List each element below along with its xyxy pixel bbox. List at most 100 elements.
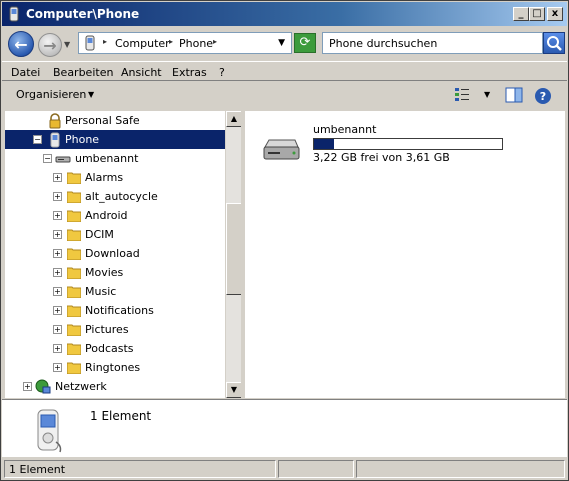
content-pane: umbenannt 3,22 GB frei von 3,61 GB (245, 111, 565, 398)
expand-toggle[interactable]: + (53, 363, 62, 372)
tree-item-personal-safe[interactable]: Personal Safe (5, 111, 225, 130)
search-button[interactable] (543, 32, 565, 54)
expand-toggle[interactable]: + (53, 287, 62, 296)
breadcrumb-computer[interactable]: Computer (115, 37, 170, 50)
address-row: ← → ▼ ▸ Computer ▸ Phone ▸ ▼ ⟳ Phone dur… (2, 27, 567, 59)
tree-item-label: umbenannt (75, 152, 139, 165)
drive-icon (55, 156, 71, 163)
tree-item-umbenannt[interactable]: − umbenannt (5, 149, 225, 168)
tree-item-phone[interactable]: − Phone (5, 130, 225, 149)
tree-item-folder[interactable]: + Pictures (5, 320, 225, 339)
tree-item-folder[interactable]: + Download (5, 244, 225, 263)
menu-edit[interactable]: Bearbeiten (53, 66, 113, 79)
tree-item-folder[interactable]: + Ringtones (5, 358, 225, 377)
search-input[interactable]: Phone durchsuchen (322, 32, 543, 54)
item-count: 1 Element (90, 409, 152, 423)
tree-item-folder[interactable]: + alt_autocycle (5, 187, 225, 206)
close-button[interactable]: x (547, 7, 563, 21)
tree-item-label: Android (85, 209, 128, 222)
refresh-button[interactable]: ⟳ (294, 33, 316, 53)
back-arrow-icon: ← (14, 34, 28, 54)
drive-usage-fill (314, 139, 335, 149)
forward-button[interactable]: → (38, 33, 62, 57)
folder-icon (67, 229, 81, 241)
folder-icon (67, 267, 81, 279)
address-dropdown-icon[interactable]: ▼ (278, 38, 285, 48)
recent-pages-dropdown-icon[interactable]: ▼ (64, 40, 70, 49)
drive-name[interactable]: umbenannt (313, 123, 376, 136)
organize-dropdown-icon[interactable]: ▼ (88, 90, 94, 99)
folder-icon (67, 305, 81, 317)
tree-scrollbar[interactable]: ▲ ▼ (225, 111, 242, 398)
tree-item-folder[interactable]: + Movies (5, 263, 225, 282)
phone-icon (85, 35, 95, 51)
expand-toggle[interactable]: + (53, 173, 62, 182)
phone-icon (37, 409, 62, 453)
tree-item-folder[interactable]: + Alarms (5, 168, 225, 187)
explorer-window: Computer\Phone _ □ x ← → ▼ ▸ Computer ▸ … (0, 0, 569, 481)
search-placeholder: Phone durchsuchen (329, 37, 438, 50)
view-options-icon[interactable] (454, 87, 474, 103)
address-bar[interactable]: ▸ Computer ▸ Phone ▸ ▼ (78, 32, 292, 54)
tree-item-label: Podcasts (85, 342, 134, 355)
tree-item-label: Download (85, 247, 140, 260)
expand-toggle[interactable]: + (53, 344, 62, 353)
tree-item-folder[interactable]: + Podcasts (5, 339, 225, 358)
tree-item-label: Ringtones (85, 361, 141, 374)
expand-toggle[interactable]: + (53, 325, 62, 334)
breadcrumb-separator-icon[interactable]: ▸ (103, 37, 107, 46)
expand-toggle[interactable]: + (53, 230, 62, 239)
menu-help[interactable]: ? (219, 66, 225, 79)
expand-toggle[interactable]: + (23, 382, 32, 391)
title-bar[interactable]: Computer\Phone _ □ x (2, 2, 567, 26)
scroll-up-icon[interactable]: ▲ (226, 111, 242, 127)
folder-icon (67, 248, 81, 260)
menu-tools[interactable]: Extras (172, 66, 207, 79)
tree-item-network[interactable]: + Netzwerk (5, 377, 225, 396)
tree-item-folder[interactable]: + Music (5, 282, 225, 301)
network-icon (35, 379, 51, 394)
folder-icon (67, 286, 81, 298)
help-icon[interactable]: ? (534, 87, 552, 105)
preview-pane-icon[interactable] (505, 87, 523, 103)
lock-icon (49, 113, 61, 129)
status-cell: 1 Element (4, 460, 276, 478)
forward-arrow-icon: → (43, 35, 57, 55)
expand-toggle[interactable]: + (53, 306, 62, 315)
drive-usage-bar (313, 138, 503, 150)
status-cell (278, 460, 354, 478)
organize-button[interactable]: Organisieren (16, 88, 86, 101)
minimize-button[interactable]: _ (513, 7, 529, 21)
tree-item-folder[interactable]: + Android (5, 206, 225, 225)
tree-item-label: Movies (85, 266, 124, 279)
scroll-down-icon[interactable]: ▼ (226, 382, 242, 398)
tree-item-label: DCIM (85, 228, 114, 241)
tree-item-label: Pictures (85, 323, 129, 336)
status-bar: 1 Element (2, 458, 567, 480)
collapse-toggle[interactable]: − (33, 135, 42, 144)
tree-item-label: Notifications (85, 304, 154, 317)
menu-file[interactable]: Datei (11, 66, 40, 79)
tree-item-label: Netzwerk (55, 380, 107, 393)
menu-view[interactable]: Ansicht (121, 66, 162, 79)
back-button[interactable]: ← (8, 31, 34, 57)
breadcrumb-separator-icon[interactable]: ▸ (213, 37, 217, 46)
expand-toggle[interactable]: + (53, 211, 62, 220)
collapse-toggle[interactable]: − (43, 154, 52, 163)
tree-item-folder[interactable]: + Notifications (5, 301, 225, 320)
svg-text:?: ? (540, 90, 546, 103)
maximize-button[interactable]: □ (529, 7, 545, 21)
folder-icon (67, 324, 81, 336)
status-cell (356, 460, 565, 478)
breadcrumb-phone[interactable]: Phone (179, 37, 213, 50)
expand-toggle[interactable]: + (53, 268, 62, 277)
removable-drive-icon[interactable] (261, 137, 301, 163)
view-dropdown-icon[interactable]: ▼ (484, 90, 490, 99)
expand-toggle[interactable]: + (53, 249, 62, 258)
navigation-tree[interactable]: Personal Safe − Phone − umbenannt + Alar… (5, 111, 225, 398)
scroll-thumb[interactable] (226, 203, 242, 295)
tree-item-folder[interactable]: + DCIM (5, 225, 225, 244)
breadcrumb-separator-icon[interactable]: ▸ (169, 37, 173, 46)
phone-icon (50, 132, 60, 148)
expand-toggle[interactable]: + (53, 192, 62, 201)
